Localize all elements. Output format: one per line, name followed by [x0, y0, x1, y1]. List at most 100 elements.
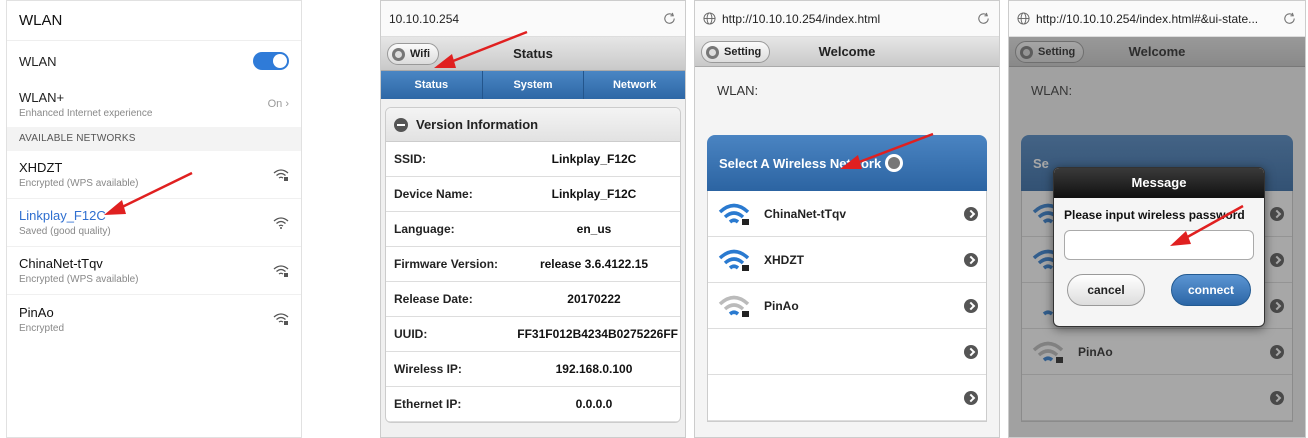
- info-key: Release Date:: [394, 292, 473, 306]
- network-name: PinAo: [19, 304, 54, 320]
- chevron-right-icon: [964, 206, 978, 221]
- gear-icon: [706, 45, 719, 59]
- network-item-empty[interactable]: [708, 329, 986, 375]
- url-text: http://10.10.10.254/index.html#&ui-state…: [1036, 11, 1259, 26]
- url-text: http://10.10.10.254/index.html: [722, 11, 881, 26]
- select-network-label: Select A Wireless Network: [719, 155, 882, 171]
- connect-button[interactable]: connect: [1171, 274, 1251, 306]
- select-network-bar[interactable]: Select A Wireless Network: [707, 135, 987, 191]
- back-icon: [392, 47, 405, 61]
- info-row-language: Language: en_us: [386, 212, 680, 247]
- network-name: XHDZT: [19, 160, 63, 175]
- globe-icon: [1017, 12, 1030, 25]
- section-header: AVAILABLE NETWORKS: [7, 127, 301, 151]
- chevron-right-icon: [964, 298, 978, 313]
- network-name: ChinaNet-tTqv: [764, 206, 846, 221]
- network-name: XHDZT: [764, 252, 804, 267]
- network-name: Linkplay_F12C: [19, 208, 106, 223]
- refresh-icon[interactable]: [885, 154, 904, 172]
- tab-bar: Status System Network: [381, 71, 685, 99]
- info-key: Device Name:: [394, 187, 473, 201]
- collapse-icon: [394, 117, 408, 132]
- info-row-uuid: UUID: FF31F012B4234B0275226FF: [386, 317, 680, 352]
- info-value: en_us: [576, 222, 612, 236]
- info-row-release-date: Release Date: 20170222: [386, 282, 680, 317]
- wlan-label: WLAN: [19, 53, 57, 69]
- network-name: PinAo: [764, 298, 799, 313]
- url-text: 10.10.10.254: [389, 11, 460, 26]
- reload-icon[interactable]: [662, 11, 677, 26]
- setting-button[interactable]: Setting: [701, 41, 771, 63]
- wlan-toggle-row[interactable]: WLAN: [7, 41, 301, 81]
- wifi-locked-icon: [273, 264, 289, 277]
- chevron-right-icon: ›: [285, 98, 289, 110]
- tab-network[interactable]: Network: [584, 71, 685, 99]
- tab-system[interactable]: System: [483, 71, 585, 99]
- cancel-button[interactable]: cancel: [1067, 274, 1145, 306]
- dialog-message: Please input wireless password: [1064, 208, 1245, 222]
- info-row-device-name: Device Name: Linkplay_F12C: [386, 177, 680, 212]
- wlan-toggle[interactable]: [253, 52, 289, 70]
- network-item-xhdzt[interactable]: XHDZT Encrypted (WPS available): [7, 151, 301, 199]
- wlan-plus-title: WLAN+: [19, 89, 65, 105]
- info-key: SSID:: [394, 152, 427, 166]
- wlan-plus-row[interactable]: WLAN+ Enhanced Internet experience On ›: [7, 81, 301, 127]
- address-bar[interactable]: 10.10.10.254: [381, 1, 685, 37]
- info-row-ethernet-ip: Ethernet IP: 0.0.0.0: [386, 387, 680, 422]
- info-value: 192.168.0.100: [555, 362, 633, 376]
- password-input[interactable]: [1064, 230, 1254, 260]
- info-key: UUID:: [394, 327, 428, 341]
- wlan-label: WLAN:: [717, 83, 759, 98]
- network-item-pinao[interactable]: PinAo: [708, 283, 986, 329]
- dialog-title: Message: [1054, 168, 1264, 198]
- tab-status[interactable]: Status: [381, 71, 483, 99]
- address-bar[interactable]: http://10.10.10.254/index.html: [695, 1, 999, 37]
- chevron-right-icon: [964, 252, 978, 267]
- info-value: release 3.6.4122.15: [539, 257, 649, 271]
- network-item-chinanet[interactable]: ChinaNet-tTqv: [708, 191, 986, 237]
- info-value: Linkplay_F12C: [551, 187, 637, 201]
- welcome-screen: http://10.10.10.254/index.html Setting W…: [694, 0, 1000, 438]
- wifi-locked-icon: [718, 249, 750, 271]
- info-row-firmware: Firmware Version: release 3.6.4122.15: [386, 247, 680, 282]
- chevron-right-icon: [964, 390, 978, 405]
- info-key: Firmware Version:: [394, 257, 499, 271]
- info-key: Language:: [394, 222, 455, 236]
- wifi-locked-icon: [718, 295, 750, 317]
- wlan-plus-subtitle: Enhanced Internet experience: [19, 107, 153, 119]
- network-item-pinao[interactable]: PinAo Encrypted: [7, 295, 301, 343]
- wlan-plus-value: On: [267, 98, 283, 110]
- setting-label: Setting: [724, 46, 762, 58]
- info-row-wireless-ip: Wireless IP: 192.168.0.100: [386, 352, 680, 387]
- password-screen: http://10.10.10.254/index.html#&ui-state…: [1008, 0, 1306, 438]
- network-status: Encrypted (WPS available): [19, 274, 139, 285]
- network-status: Saved (good quality): [19, 226, 111, 237]
- version-info-header[interactable]: Version Information: [386, 108, 680, 142]
- wifi-locked-icon: [273, 313, 289, 325]
- network-status: Encrypted: [19, 322, 65, 334]
- info-value: 20170222: [567, 292, 621, 306]
- info-key: Wireless IP:: [394, 362, 462, 376]
- wifi-back-button[interactable]: Wifi: [387, 43, 440, 65]
- network-list: ChinaNet-tTqv XHDZT PinAo: [707, 191, 987, 422]
- reload-icon[interactable]: [976, 11, 991, 26]
- version-info-box: Version Information SSID: Linkplay_F12C D…: [385, 107, 681, 423]
- info-value: 0.0.0.0: [575, 397, 613, 411]
- network-item-linkplay[interactable]: Linkplay_F12C Saved (good quality): [7, 199, 301, 247]
- chevron-right-icon: [964, 344, 978, 359]
- network-item-empty[interactable]: [708, 375, 986, 421]
- password-dialog: Message Please input wireless password c…: [1053, 167, 1265, 327]
- wifi-locked-icon: [273, 168, 289, 181]
- info-row-ssid: SSID: Linkplay_F12C: [386, 142, 680, 177]
- wifi-locked-icon: [718, 203, 750, 225]
- network-item-xhdzt[interactable]: XHDZT: [708, 237, 986, 283]
- address-bar[interactable]: http://10.10.10.254/index.html#&ui-state…: [1009, 1, 1305, 37]
- reload-icon[interactable]: [1282, 11, 1297, 26]
- info-key: Ethernet IP:: [394, 397, 462, 411]
- status-screen: 10.10.10.254 Wifi Status Status System N…: [380, 0, 686, 438]
- network-status: Encrypted (WPS available): [19, 178, 139, 189]
- info-value: FF31F012B4234B0275226FF: [517, 327, 678, 341]
- wlan-settings-screen: WLAN WLAN WLAN+ Enhanced Internet experi…: [6, 0, 302, 438]
- network-item-chinanet[interactable]: ChinaNet-tTqv Encrypted (WPS available): [7, 247, 301, 295]
- wifi-icon: [273, 216, 289, 229]
